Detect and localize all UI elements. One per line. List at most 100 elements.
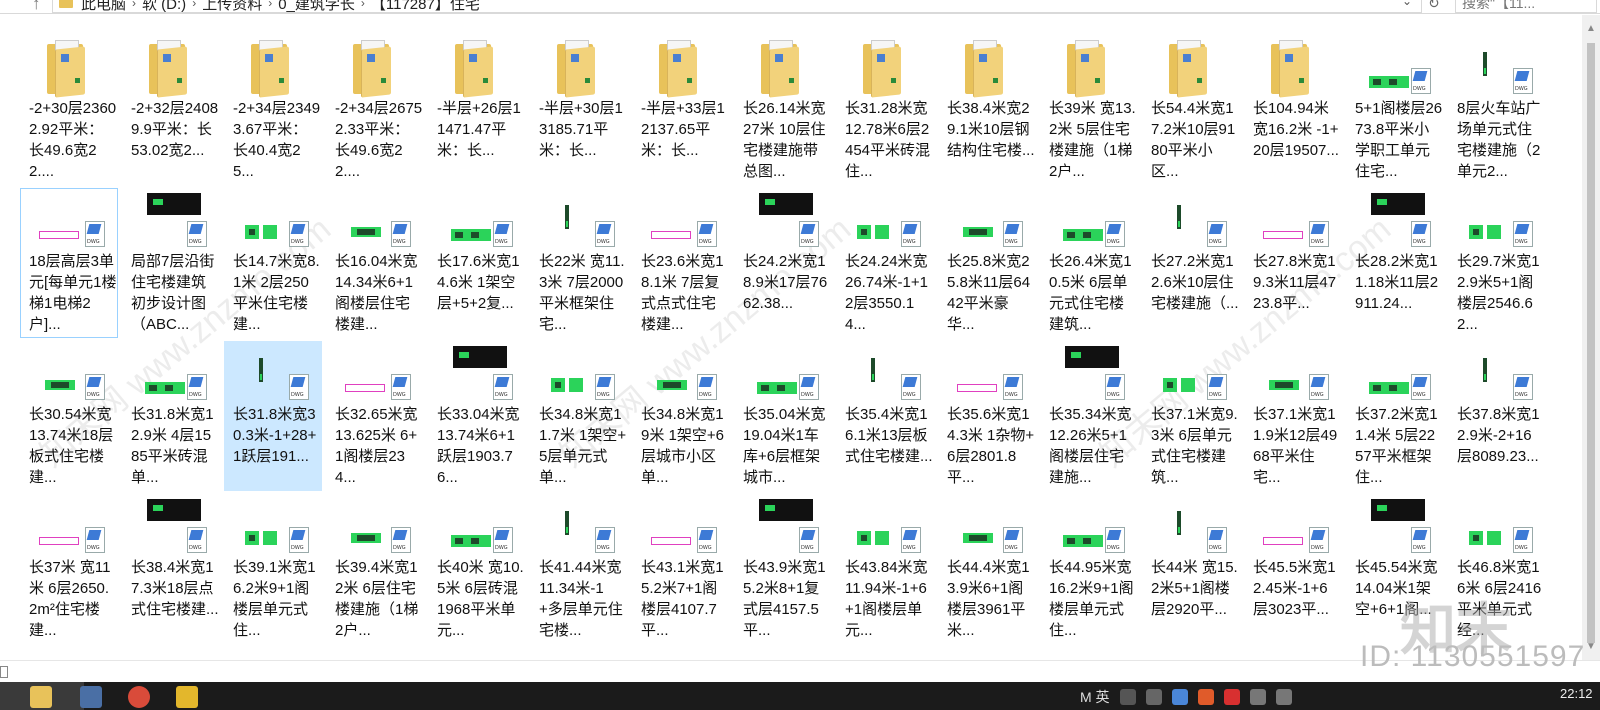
file-item[interactable]: 长35.4米宽16.1米13层板式住宅楼建... [836,341,934,491]
file-item[interactable]: 长44.4米宽13.9米6+1阁楼层3961平米... [938,494,1036,644]
folder-icon [637,38,727,98]
vertical-scrollbar[interactable]: ▲ ▼ [1582,15,1600,660]
chrome-icon[interactable] [128,686,150,708]
settings-icon[interactable] [1145,689,1162,705]
file-item[interactable]: 长43.9米宽15.2米8+1复式层4157.5平... [734,494,832,644]
folder-item[interactable]: -半层+30层13185.71平米：长... [530,35,628,185]
file-item[interactable]: 长35.04米宽19.04米1车库+6层框架城市... [734,341,832,491]
file-item[interactable]: 长31.8米宽12.9米 4层1585平米砖混单... [122,341,220,491]
file-item[interactable]: 长32.65米宽13.625米 6+1阁楼层234... [326,341,424,491]
folder-item[interactable]: 长26.14米宽27米 10层住宅楼建施带总图... [734,35,832,185]
file-item[interactable]: 长35.6米宽14.3米 1杂物+6层2801.8平... [938,341,1036,491]
tray-icon[interactable] [1171,689,1188,705]
folder-item[interactable]: 长38.4米宽29.1米10层钢结构住宅楼... [938,35,1036,185]
chevron-down-icon[interactable]: ⌄ [1402,0,1412,8]
breadcrumb-upload[interactable]: 上传资料 [202,0,262,12]
file-item[interactable]: 长26.4米宽10.5米 6层单元式住宅楼建筑... [1040,188,1138,338]
search-input[interactable]: 搜索"【11... [1455,0,1597,13]
dwg-file-icon [331,344,421,404]
file-item[interactable]: 长24.2米宽18.9米17层7662.38... [734,188,832,338]
file-item[interactable]: 长45.5米宽12.45米-1+6层3023平... [1244,494,1342,644]
file-item[interactable]: 长39.1米宽16.2米9+1阁楼层单元式住... [224,494,322,644]
taskbar-explorer[interactable] [0,682,84,710]
file-item[interactable]: 长25.8米宽25.8米11层6442平米豪华... [938,188,1036,338]
refresh-icon[interactable]: ↻ [1428,0,1440,12]
file-item[interactable]: 长37.8米宽12.9米-2+16层8089.23... [1448,341,1546,491]
file-explorer-icon[interactable] [30,686,52,708]
folder-item[interactable]: 长54.4米宽17.2米10层9180平米小区... [1142,35,1240,185]
folder-item[interactable]: -半层+33层12137.65平米：长... [632,35,730,185]
tray-icon[interactable] [1223,689,1240,705]
file-item[interactable]: 长30.54米宽13.74米18层板式住宅楼建... [20,341,118,491]
file-item[interactable]: 长34.8米宽11.7米 1架空+5层单元式单... [530,341,628,491]
network-icon[interactable] [1275,689,1292,705]
file-item[interactable]: 长44.95米宽16.2米9+1阁楼层单元式住... [1040,494,1138,644]
file-item[interactable]: 长22米 宽11.3米 7层2000平米框架住宅... [530,188,628,338]
file-item[interactable]: 长29.7米宽12.9米5+1阁楼层2546.62... [1448,188,1546,338]
file-item[interactable]: 18层高层3单元[每单元1楼梯1电梯2户]... [20,188,118,338]
file-item[interactable]: 5+1阁楼层2673.8平米小学职工单元住宅... [1346,35,1444,185]
breadcrumb-this-pc[interactable]: 此电脑 [81,0,126,12]
tray-icon[interactable] [1197,689,1214,705]
chevron-right-icon[interactable]: › [268,0,272,10]
folder-item[interactable]: -2+30层23602.92平米：长49.6宽22.... [20,35,118,185]
app-icon[interactable] [80,686,102,708]
address-bar[interactable]: 此电脑 › 软 (D:) › 上传资料 › 0_建筑学长 › 【117287】住… [52,0,1422,13]
file-item[interactable]: 长16.04米宽14.34米6+1阁楼层住宅楼建... [326,188,424,338]
folder-item[interactable]: -2+34层23493.67平米：长40.4宽25... [224,35,322,185]
scroll-up-icon[interactable]: ▲ [1586,23,1596,34]
chevron-right-icon[interactable]: › [192,0,196,10]
folder-item[interactable]: 长31.28米宽12.78米6层2454平米砖混住... [836,35,934,185]
file-item[interactable]: 长17.6米宽14.6米 1架空层+5+2复... [428,188,526,338]
folder-item[interactable]: -2+34层26752.33平米：长49.6宽22.... [326,35,424,185]
file-item[interactable]: 长14.7米宽8.1米 2层250平米住宅楼建... [224,188,322,338]
dwg-badge-icon [595,527,615,553]
file-item[interactable]: 长40米 宽10.5米 6层砖混1968平米单元... [428,494,526,644]
file-item[interactable]: 长37.1米宽9.3米 6层单元式住宅楼建筑... [1142,341,1240,491]
breadcrumb-current[interactable]: 【117287】住宅 [371,0,480,12]
breadcrumb-drive[interactable]: 软 (D:) [142,0,186,12]
folder-item[interactable]: -2+32层24089.9平米：长53.02宽2... [122,35,220,185]
tray-icon[interactable] [1119,689,1136,705]
file-item[interactable]: 长33.04米宽13.74米6+1跃层1903.76... [428,341,526,491]
file-name-label: 5+1阁楼层2673.8平米小学职工单元住宅... [1355,100,1443,180]
file-item[interactable]: 长37.2米宽11.4米 5层2257平米框架住... [1346,341,1444,491]
file-item[interactable]: 长37米 宽11米 6层2650.2m²住宅楼建... [20,494,118,644]
file-item[interactable]: 长38.4米宽17.3米18层点式住宅楼建... [122,494,220,644]
file-item[interactable]: 长28.2米宽11.18米11层2911.24... [1346,188,1444,338]
file-item[interactable]: 长44米 宽15.2米5+1阁楼层2920平... [1142,494,1240,644]
file-item[interactable]: 长23.6米宽18.1米 7层复式点式住宅楼建... [632,188,730,338]
input-method-label[interactable]: M 英 [1080,687,1110,707]
file-item[interactable]: 局部7层沿街住宅楼建筑初步设计图（ABC... [122,188,220,338]
file-view[interactable]: 知末网 www.znzmo.com 知末网 www.znzmo.com 知末网 … [0,15,1580,660]
scroll-down-icon[interactable]: ▼ [1586,641,1596,652]
pinned-app-icon[interactable] [176,686,198,708]
file-name-label: 长34.8米宽11.7米 1架空+5层单元式单... [539,406,627,486]
file-item[interactable]: 长31.8米宽30.3米-1+28+1跃层191... [224,341,322,491]
scrollbar-thumb[interactable] [1587,43,1595,643]
folder-item[interactable]: 长39米 宽13.2米 5层住宅楼建施（1梯2户... [1040,35,1138,185]
breadcrumb-architect[interactable]: 0_建筑学长 [278,0,355,12]
folder-item[interactable]: 长104.94米 宽16.2米 -1+20层19507... [1244,35,1342,185]
dwg-badge-icon [595,221,615,247]
file-item[interactable]: 长27.8米宽19.3米11层4723.8平... [1244,188,1342,338]
file-item[interactable]: 长39.4米宽12米 6层住宅楼建施（1梯2户... [326,494,424,644]
view-toggle-icon[interactable] [0,666,8,678]
file-item[interactable]: 长43.84米宽11.94米-1+6+1阁楼层单元... [836,494,934,644]
dwg-file-icon [331,191,421,251]
file-item[interactable]: 长43.1米宽15.2米7+1阁楼层4107.7平... [632,494,730,644]
file-item[interactable]: 长27.2米宽12.6米10层住宅楼建施（... [1142,188,1240,338]
file-name-label: 长37.1米宽9.3米 6层单元式住宅楼建筑... [1151,406,1238,486]
file-item[interactable]: 长34.8米宽19米 1架空+6层城市小区单... [632,341,730,491]
chevron-right-icon[interactable]: › [132,0,136,10]
file-item[interactable]: 8层火车站广场单元式住宅楼建施（2单元2... [1448,35,1546,185]
file-item[interactable]: 长24.24米宽26.74米-1+12层3550.14... [836,188,934,338]
folder-item[interactable]: -半层+26层11471.47平米：长... [428,35,526,185]
file-item[interactable]: 长37.1米宽11.9米12层4968平米住宅... [1244,341,1342,491]
volume-icon[interactable] [1249,689,1266,705]
up-arrow-icon[interactable]: ↑ [32,0,41,14]
dwg-badge-icon [697,221,717,247]
chevron-right-icon[interactable]: › [361,0,365,10]
file-item[interactable]: 长41.44米宽11.34米-1+多层单元住宅楼... [530,494,628,644]
file-item[interactable]: 长35.34米宽12.26米5+1阁楼层住宅建施... [1040,341,1138,491]
